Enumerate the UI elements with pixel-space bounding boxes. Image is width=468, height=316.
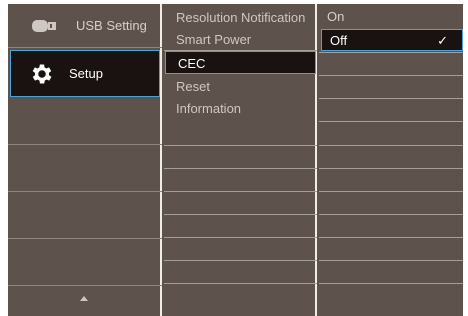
up-arrow-icon[interactable] <box>80 296 88 301</box>
checkmark-icon: ✓ <box>437 33 448 48</box>
menu-item-empty <box>8 192 162 239</box>
divider <box>319 52 463 53</box>
submenu-item-cec[interactable]: CEC <box>165 51 316 74</box>
divider <box>319 121 463 122</box>
menu-item-label: Setup <box>69 66 103 81</box>
divider <box>164 145 317 146</box>
submenu-item-reset[interactable]: Reset <box>164 75 317 98</box>
divider <box>164 168 317 169</box>
divider <box>319 214 463 215</box>
divider <box>319 98 463 99</box>
divider <box>319 75 463 76</box>
option-off[interactable]: Off ✓ <box>321 29 463 51</box>
divider <box>319 283 463 284</box>
option-on[interactable]: On <box>319 6 463 28</box>
divider <box>319 237 463 238</box>
divider <box>164 214 317 215</box>
menu-item-empty <box>8 239 162 286</box>
divider <box>319 191 463 192</box>
divider <box>319 145 463 146</box>
divider <box>164 283 317 284</box>
submenu-column: Resolution Notification Smart Power CEC … <box>164 4 317 316</box>
menu-item-setup[interactable]: Setup <box>10 50 160 97</box>
divider <box>164 237 317 238</box>
menu-item-label: USB Setting <box>76 18 147 33</box>
usb-icon <box>32 19 58 33</box>
divider <box>164 260 317 261</box>
divider <box>319 260 463 261</box>
menu-item-usb-setting[interactable]: USB Setting <box>8 4 162 48</box>
gear-icon <box>29 61 55 87</box>
options-column: On Off ✓ <box>319 4 463 316</box>
main-menu-column: USB Setting Setup <box>8 4 162 316</box>
divider <box>319 168 463 169</box>
menu-item-empty <box>8 145 162 192</box>
option-label: Off <box>330 33 348 48</box>
menu-item-empty <box>8 98 162 145</box>
submenu-item-resolution-notification[interactable]: Resolution Notification <box>164 6 317 29</box>
osd-menu: USB Setting Setup Resolution Notificatio… <box>8 4 463 316</box>
submenu-item-information[interactable]: Information <box>164 97 317 120</box>
submenu-item-smart-power[interactable]: Smart Power <box>164 28 317 51</box>
divider <box>164 191 317 192</box>
